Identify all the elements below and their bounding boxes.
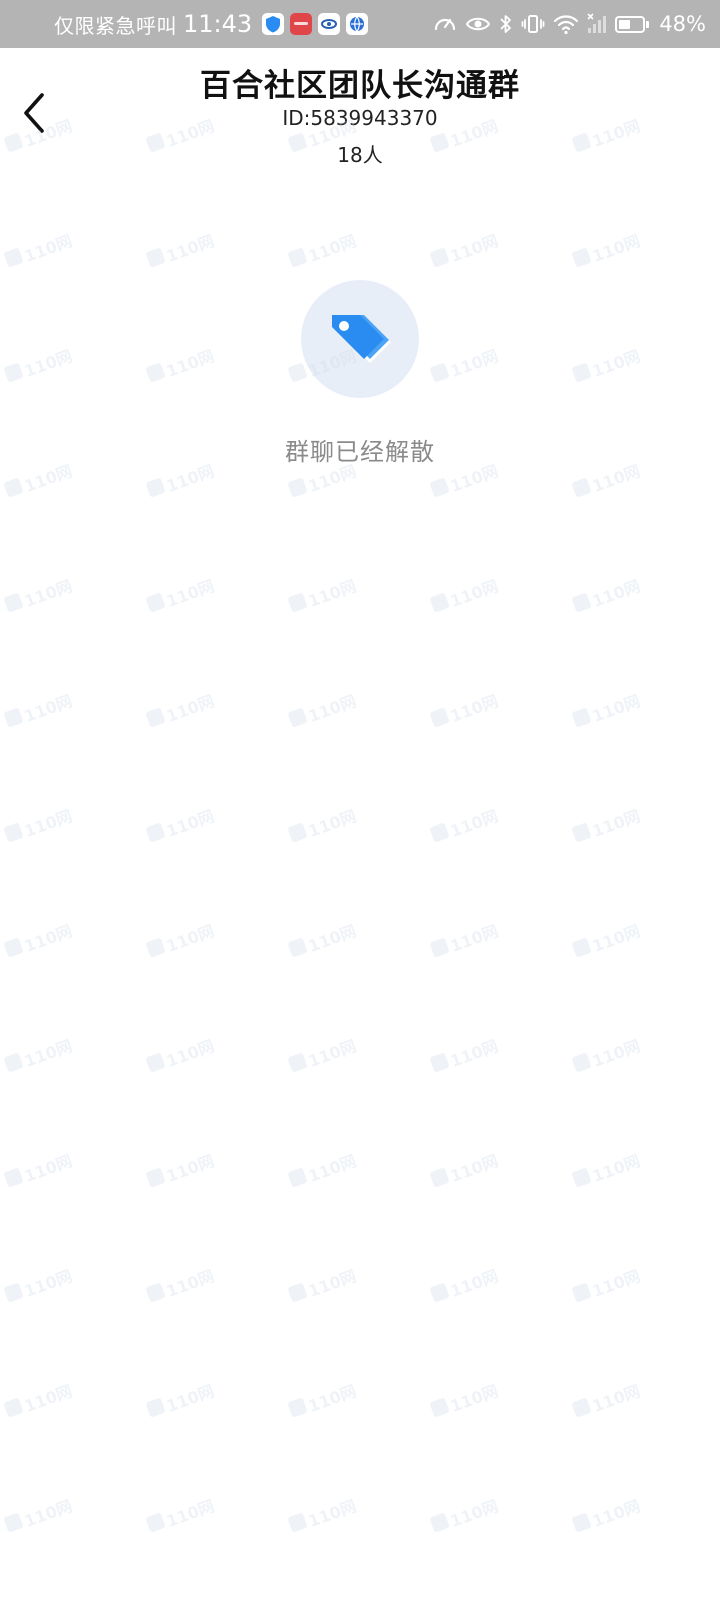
watermark-mark: 110网: [3, 1378, 75, 1419]
group-id: ID:5839943370: [282, 106, 438, 130]
wifi-icon: [553, 13, 579, 35]
member-count: 18人: [337, 143, 383, 167]
watermark-mark: 110网: [145, 1148, 217, 1189]
watermark-mark: 110网: [287, 573, 359, 614]
status-bar: 仅限紧急呼叫 11:43 48%: [0, 0, 720, 48]
empty-state: 群聊已经解散: [0, 280, 720, 467]
watermark-mark: 110网: [429, 688, 501, 729]
watermark-mark: 110网: [3, 1263, 75, 1304]
watermark-mark: 110网: [571, 573, 643, 614]
watermark-mark: 110网: [287, 1493, 359, 1534]
watermark-mark: 110网: [3, 688, 75, 729]
battery-percentage: 48%: [659, 12, 706, 36]
watermark-mark: 110网: [3, 1148, 75, 1189]
watermark-mark: 110网: [571, 1263, 643, 1304]
watermark-mark: 110网: [429, 918, 501, 959]
watermark-mark: 110网: [571, 1148, 643, 1189]
watermark-mark: 110网: [571, 1378, 643, 1419]
watermark-mark: 110网: [287, 1033, 359, 1074]
group-dissolved-message: 群聊已经解散: [285, 438, 435, 466]
watermark-mark: 110网: [429, 1263, 501, 1304]
watermark-mark: 110网: [287, 1263, 359, 1304]
watermark-mark: 110网: [287, 688, 359, 729]
watermark-mark: 110网: [145, 573, 217, 614]
watermark-mark: 110网: [287, 1148, 359, 1189]
watermark-mark: 110网: [145, 1493, 217, 1534]
empty-icon-circle: [301, 280, 419, 398]
watermark-mark: 110网: [3, 573, 75, 614]
group-title: 百合社区团队长沟通群: [200, 68, 520, 104]
watermark-mark: 110网: [145, 688, 217, 729]
speedometer-icon: [433, 13, 457, 35]
watermark-mark: 110网: [429, 1033, 501, 1074]
watermark-mark: 110网: [571, 1493, 643, 1534]
bluetooth-icon: [499, 13, 513, 35]
watermark-mark: 110网: [145, 918, 217, 959]
status-bar-left: 仅限紧急呼叫 11:43: [54, 10, 433, 39]
watermark-mark: 110网: [571, 803, 643, 844]
chat-header: 百合社区团队长沟通群 ID:5839943370 18人: [0, 48, 720, 178]
watermark-mark: 110网: [3, 228, 75, 269]
carrier-text: 仅限紧急呼叫: [54, 13, 177, 38]
battery-icon: [615, 15, 650, 33]
shield-app-icon: [262, 13, 285, 35]
white-app-icon: [318, 13, 341, 35]
watermark-mark: 110网: [429, 1493, 501, 1534]
watermark-mark: 110网: [145, 1033, 217, 1074]
watermark-mark: 110网: [3, 918, 75, 959]
watermark-mark: 110网: [571, 228, 643, 269]
watermark-mark: 110网: [145, 1263, 217, 1304]
watermark-mark: 110网: [287, 803, 359, 844]
watermark-mark: 110网: [145, 1378, 217, 1419]
watermark-mark: 110网: [145, 228, 217, 269]
red-app-icon: [290, 13, 313, 35]
watermark-mark: 110网: [429, 1148, 501, 1189]
watermark-mark: 110网: [3, 1493, 75, 1534]
eye-icon: [465, 14, 491, 34]
watermark-mark: 110网: [429, 803, 501, 844]
watermark-mark: 110网: [571, 688, 643, 729]
watermark-mark: 110网: [429, 228, 501, 269]
watermark-mark: 110网: [571, 1033, 643, 1074]
signal-icon: [587, 13, 607, 35]
watermark-mark: 110网: [429, 1378, 501, 1419]
watermark-mark: 110网: [287, 228, 359, 269]
vibrate-icon: [521, 13, 545, 35]
watermark-mark: 110网: [3, 1033, 75, 1074]
watermark-mark: 110网: [287, 1378, 359, 1419]
status-time: 11:43: [183, 10, 253, 38]
tag-icon: [332, 315, 392, 363]
status-bar-right: 48%: [433, 12, 706, 36]
watermark-mark: 110网: [571, 918, 643, 959]
watermark-mark: 110网: [287, 918, 359, 959]
watermark-mark: 110网: [429, 573, 501, 614]
watermark-mark: 110网: [145, 803, 217, 844]
watermark-mark: 110网: [3, 803, 75, 844]
globe-app-icon: [346, 13, 369, 35]
